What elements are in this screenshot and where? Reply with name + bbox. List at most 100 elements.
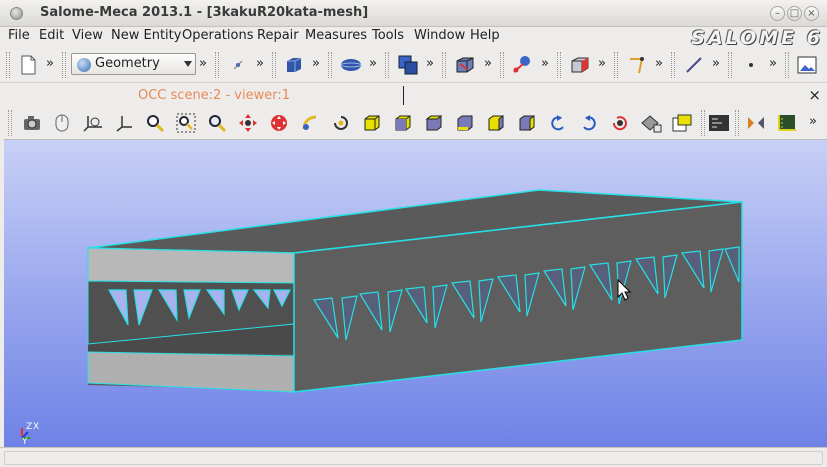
memorize-view-icon[interactable]: [639, 111, 663, 135]
toolbar-grip[interactable]: [671, 52, 675, 78]
rotation-point-icon[interactable]: [298, 111, 322, 135]
toolbar-grip[interactable]: [385, 52, 389, 78]
mouse-mode-icon[interactable]: [50, 111, 74, 135]
menu-file[interactable]: File: [8, 28, 30, 43]
anticlockwise-icon[interactable]: [546, 111, 570, 135]
upper-flange-face: [87, 247, 295, 284]
toolbar-grip[interactable]: [6, 52, 10, 78]
axis-triad: Z X Y: [21, 422, 39, 447]
zoom-icon[interactable]: [205, 111, 229, 135]
menu-tools[interactable]: Tools: [372, 28, 404, 43]
toolbar-grip[interactable]: [442, 52, 446, 78]
toolbar-more-button[interactable]: »: [769, 56, 777, 71]
maximize-button[interactable]: □: [787, 6, 802, 21]
toolbar-grip[interactable]: [735, 110, 739, 136]
restore-view-icon[interactable]: [670, 111, 694, 135]
window-title: Salome-Meca 2013.1 - [3kakuR20kata-mesh]: [40, 5, 369, 20]
top-view-icon[interactable]: [422, 111, 446, 135]
toolbar-more-button[interactable]: »: [712, 56, 720, 71]
toolbar-more-button[interactable]: »: [256, 56, 264, 71]
graduated-axes-icon[interactable]: [775, 111, 799, 135]
menu-help[interactable]: Help: [470, 28, 500, 43]
menu-measures[interactable]: Measures: [305, 28, 367, 43]
menu-edit[interactable]: Edit: [39, 28, 64, 43]
toolbar-more-button[interactable]: »: [655, 56, 663, 71]
toolbar-more-button[interactable]: »: [598, 56, 606, 71]
clockwise-icon[interactable]: [577, 111, 601, 135]
toolbar-grip[interactable]: [557, 52, 561, 78]
back-view-icon[interactable]: [391, 111, 415, 135]
menu-window[interactable]: Window: [414, 28, 465, 43]
window-menu-icon[interactable]: [10, 7, 23, 20]
menu-operations[interactable]: Operations: [182, 28, 253, 43]
toolbar-more-button[interactable]: »: [312, 56, 320, 71]
axis-icon[interactable]: [112, 111, 136, 135]
menu-new-entity[interactable]: New Entity: [111, 28, 181, 43]
status-message-field: [4, 451, 823, 465]
salome-logo: SALOME 6: [691, 27, 823, 49]
toolbar-grip[interactable]: [272, 52, 276, 78]
menu-repair[interactable]: Repair: [257, 28, 299, 43]
axis-z-label: Z: [26, 422, 32, 432]
toolbar-more-button[interactable]: »: [46, 56, 54, 71]
toolbar-grip[interactable]: [701, 110, 705, 136]
bottom-view-icon[interactable]: [453, 111, 477, 135]
trihedron-icon[interactable]: [81, 111, 105, 135]
toolbar-more-button[interactable]: »: [809, 114, 817, 129]
mesh-model-3d: Z X Y: [21, 189, 743, 447]
toolbar-more-button[interactable]: »: [541, 56, 549, 71]
menu-view[interactable]: View: [72, 28, 103, 43]
toolbar-more-button[interactable]: »: [484, 56, 492, 71]
new-document-icon[interactable]: [16, 53, 40, 77]
title-bar: Salome-Meca 2013.1 - [3kakuR20kata-mesh]…: [0, 0, 827, 27]
clipping-icon[interactable]: [707, 111, 731, 135]
reset-view-icon[interactable]: [608, 111, 632, 135]
pan-icon[interactable]: [236, 111, 260, 135]
picture-icon[interactable]: [795, 53, 819, 77]
left-view-icon[interactable]: [484, 111, 508, 135]
geometry-module-icon: [77, 58, 91, 72]
axis-x-label: X: [33, 422, 39, 432]
partition-icon[interactable]: [396, 53, 420, 77]
disk-icon[interactable]: [339, 53, 363, 77]
cube-red-icon[interactable]: [568, 53, 592, 77]
polyline-icon[interactable]: [625, 53, 649, 77]
point-icon[interactable]: [226, 53, 250, 77]
scaling-icon[interactable]: [744, 111, 768, 135]
occ-viewport[interactable]: Z X Y: [4, 140, 827, 447]
rotate-icon[interactable]: [329, 111, 353, 135]
toolbar-grip[interactable]: [215, 52, 219, 78]
text-caret: [403, 86, 404, 105]
fit-area-icon[interactable]: [174, 111, 198, 135]
toolbar-grip[interactable]: [8, 110, 12, 136]
transform-icon[interactable]: [510, 53, 534, 77]
module-combo[interactable]: Geometry: [71, 53, 196, 75]
module-combo-value: Geometry: [95, 56, 160, 71]
right-view-icon[interactable]: [515, 111, 539, 135]
line-icon[interactable]: [682, 53, 706, 77]
global-pan-icon[interactable]: [267, 111, 291, 135]
chevron-down-icon: [184, 61, 192, 67]
toolbar-grip[interactable]: [785, 52, 789, 78]
toolbar-grip[interactable]: [728, 52, 732, 78]
box-icon[interactable]: [282, 53, 306, 77]
dump-view-icon[interactable]: [20, 111, 44, 135]
fit-all-icon[interactable]: [143, 111, 167, 135]
vertex-icon[interactable]: [739, 53, 763, 77]
hexahedron-icon[interactable]: [453, 53, 477, 77]
toolbar-grip[interactable]: [328, 52, 332, 78]
close-window-button[interactable]: ×: [804, 6, 819, 21]
toolbar-more-button[interactable]: »: [369, 56, 377, 71]
axis-y-label: Y: [21, 437, 28, 447]
toolbar-more-button[interactable]: »: [426, 56, 434, 71]
toolbar-grip[interactable]: [62, 52, 66, 78]
close-viewer-button[interactable]: ×: [808, 86, 821, 104]
toolbar-more-button[interactable]: »: [199, 56, 207, 71]
viewer-tab-title[interactable]: OCC scene:2 - viewer:1: [138, 88, 290, 103]
viewer-toolbar: »: [4, 107, 827, 140]
toolbar-grip[interactable]: [500, 52, 504, 78]
front-view-icon[interactable]: [360, 111, 384, 135]
minimize-button[interactable]: –: [770, 6, 785, 21]
lower-flange-face: [87, 351, 295, 393]
toolbar-grip[interactable]: [614, 52, 618, 78]
